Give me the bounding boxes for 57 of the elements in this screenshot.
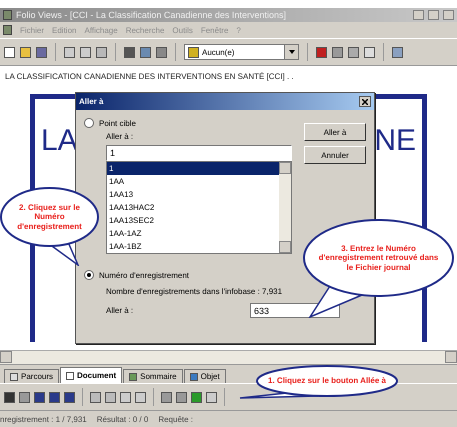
input-field[interactable]: 1 [106,145,292,161]
dialog-button[interactable]: Annuler [304,146,366,164]
document-title: NE [374,124,416,158]
status-text: nregistrement : 1 / 7,931 [0,414,87,424]
radio-option[interactable]: Numéro d'enregistrement [84,270,190,280]
document-title: LA [41,124,78,158]
document-icon [3,25,12,35]
toolbar-icon[interactable] [4,46,15,58]
scrollbar[interactable] [0,350,457,364]
app-icon [3,10,12,20]
toolbar-icon[interactable] [364,46,375,58]
close-button[interactable] [359,96,371,107]
toolbar-icon[interactable] [348,46,359,58]
field-label: Aller à : [106,306,134,315]
dropdown[interactable]: Aucun(e) [184,44,299,60]
tab[interactable]: Sommaire [123,369,183,383]
scrollbar[interactable] [279,162,291,253]
toolbar-icon[interactable] [156,46,167,58]
toolbar-icon[interactable] [332,46,343,58]
toolbar-icon[interactable] [4,392,15,402]
tab[interactable]: Parcours [4,369,60,383]
status-text: Résultat : 0 / 0 [96,414,148,424]
caret-icon [288,50,294,54]
tab[interactable]: Objet [184,369,226,383]
dialog-button[interactable]: Aller à [304,123,366,141]
tab[interactable]: Document [60,367,122,383]
toolbar-icon[interactable] [90,392,101,402]
toolbar-icon[interactable] [120,392,131,402]
toolbar-icon[interactable] [34,392,45,402]
toolbar-icon[interactable] [105,392,116,402]
dialog-title: Aller à [79,97,104,106]
toolbar-icon[interactable] [20,46,31,58]
toolbar-icon[interactable] [135,392,146,402]
radio-option[interactable]: Point cible [84,118,136,128]
toolbar-icon[interactable] [19,392,30,402]
toolbar-icon[interactable] [191,392,202,402]
toolbar-icon[interactable] [64,46,75,58]
toolbar-icon[interactable] [392,46,403,58]
toolbar-icon[interactable] [124,46,135,58]
field-label: Aller à : [106,132,134,141]
record-count: Nombre d'enregistrements dans l'infobase : 7,931 [106,287,284,296]
toolbar-icon[interactable] [206,392,217,402]
toolbar-icon[interactable] [80,46,91,58]
toolbar-icon[interactable] [96,46,107,58]
list-item[interactable]: 1 [107,162,279,175]
toolbar-icon[interactable] [140,46,151,58]
status-text: Requête : [158,414,194,424]
toolbar-icon[interactable] [316,46,327,58]
window-title: Folio Views - [CCI - La Classification Canadienne des Interventions] [16,10,287,20]
close-icon [362,98,368,104]
toolbar-icon[interactable] [161,392,172,402]
maximize-button[interactable] [428,10,439,20]
minimize-button[interactable] [413,10,424,20]
toolbar-icon[interactable] [49,392,60,402]
toolbar-icon[interactable] [176,392,187,402]
toolbar-icon[interactable] [64,392,75,402]
toolbar-icon[interactable] [36,46,47,58]
